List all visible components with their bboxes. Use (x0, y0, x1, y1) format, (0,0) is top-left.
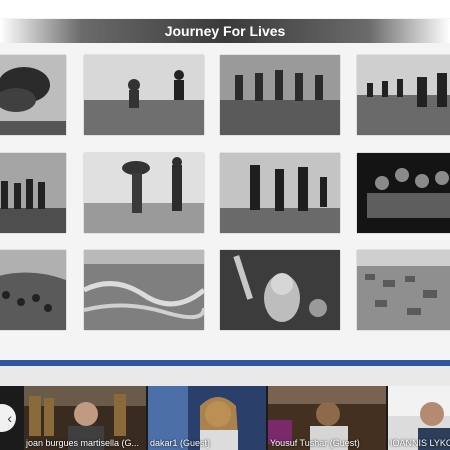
gallery-photo (0, 55, 66, 135)
top-strip (0, 0, 450, 18)
gallery-photo (357, 250, 450, 330)
panel-gap (0, 366, 450, 386)
presentation-title: Journey For Lives (0, 19, 450, 43)
participant-name: dakar1 (Guest) (150, 438, 211, 448)
participant-name: Yousuf Tushar (Guest) (270, 438, 360, 448)
participant-name: joan burgues martisella (G... (26, 438, 140, 448)
gallery-photo (84, 250, 204, 330)
participant-name: IOANNIS LYKO... (390, 438, 450, 448)
gallery-photo (84, 153, 204, 233)
gallery-photo (0, 153, 66, 233)
participant-tile[interactable]: IOANNIS LYKO... (388, 386, 450, 450)
gallery-photo (84, 55, 204, 135)
gallery-photo (220, 153, 340, 233)
participant-tile[interactable]: dakar1 (Guest) (148, 386, 266, 450)
photo-gallery (0, 43, 450, 353)
participant-tile[interactable]: Yousuf Tushar (Guest) (268, 386, 386, 450)
gallery-photo (357, 153, 450, 233)
gallery-photo (0, 250, 66, 330)
gallery-photo (357, 55, 450, 135)
gallery-photo (220, 250, 340, 330)
participant-tile[interactable]: joan burgues martisella (G... (24, 386, 146, 450)
gallery-photo (220, 55, 340, 135)
